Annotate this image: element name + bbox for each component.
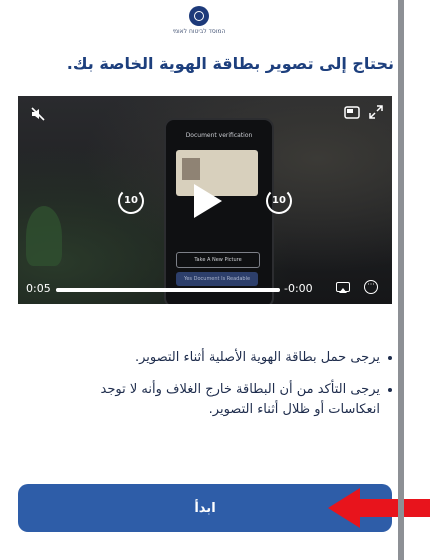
phone-screen-title: Document verification xyxy=(185,132,253,139)
rewind-10-icon[interactable]: 10 xyxy=(118,188,144,214)
progress-fill xyxy=(56,288,280,292)
page-title: نحتاج إلى تصوير بطاقة الهوية الخاصة بك. xyxy=(66,54,394,73)
airplay-icon[interactable] xyxy=(336,282,350,293)
picture-in-picture-icon[interactable] xyxy=(344,106,360,120)
instruction-item: يرجى التأكد من أن البطاقة خارج الغلاف وأ… xyxy=(64,380,394,420)
red-arrow-annotation xyxy=(328,488,430,528)
instructions-list: يرجى حمل بطاقة الهوية الأصلية أثناء التص… xyxy=(64,348,394,432)
time-current: 0:05 xyxy=(26,282,51,295)
logo-text: המוסד לביטוח לאומי xyxy=(172,28,226,35)
phone-retake-button: Take A New Picture xyxy=(176,252,260,268)
fullscreen-icon[interactable] xyxy=(368,104,384,120)
progress-bar[interactable] xyxy=(56,288,280,292)
time-remaining: -0:00 xyxy=(284,282,313,295)
bullet-dot xyxy=(388,356,392,360)
instruction-item: يرجى حمل بطاقة الهوية الأصلية أثناء التص… xyxy=(64,348,394,368)
instruction-video[interactable]: Document verification Take A New Picture… xyxy=(18,96,392,304)
video-plant xyxy=(26,206,62,266)
forward-10-icon[interactable]: 10 xyxy=(266,188,292,214)
id-capture-screen: המוסד לביטוח לאומי نحتاج إلى تصوير بطاقة… xyxy=(0,0,430,560)
header: המוסד לביטוח לאומי xyxy=(0,6,398,36)
bullet-dot xyxy=(388,388,392,392)
scrollbar[interactable] xyxy=(398,0,404,560)
instruction-text: يرجى التأكد من أن البطاقة خارج الغلاف وأ… xyxy=(100,382,380,417)
more-options-icon[interactable]: ··· xyxy=(364,280,378,294)
video-controls: 0:05 -0:00 ··· xyxy=(18,276,392,304)
logo-icon xyxy=(189,6,209,26)
play-icon[interactable] xyxy=(194,184,222,218)
mute-icon[interactable] xyxy=(30,106,46,122)
instruction-text: يرجى حمل بطاقة الهوية الأصلية أثناء التص… xyxy=(134,350,380,365)
